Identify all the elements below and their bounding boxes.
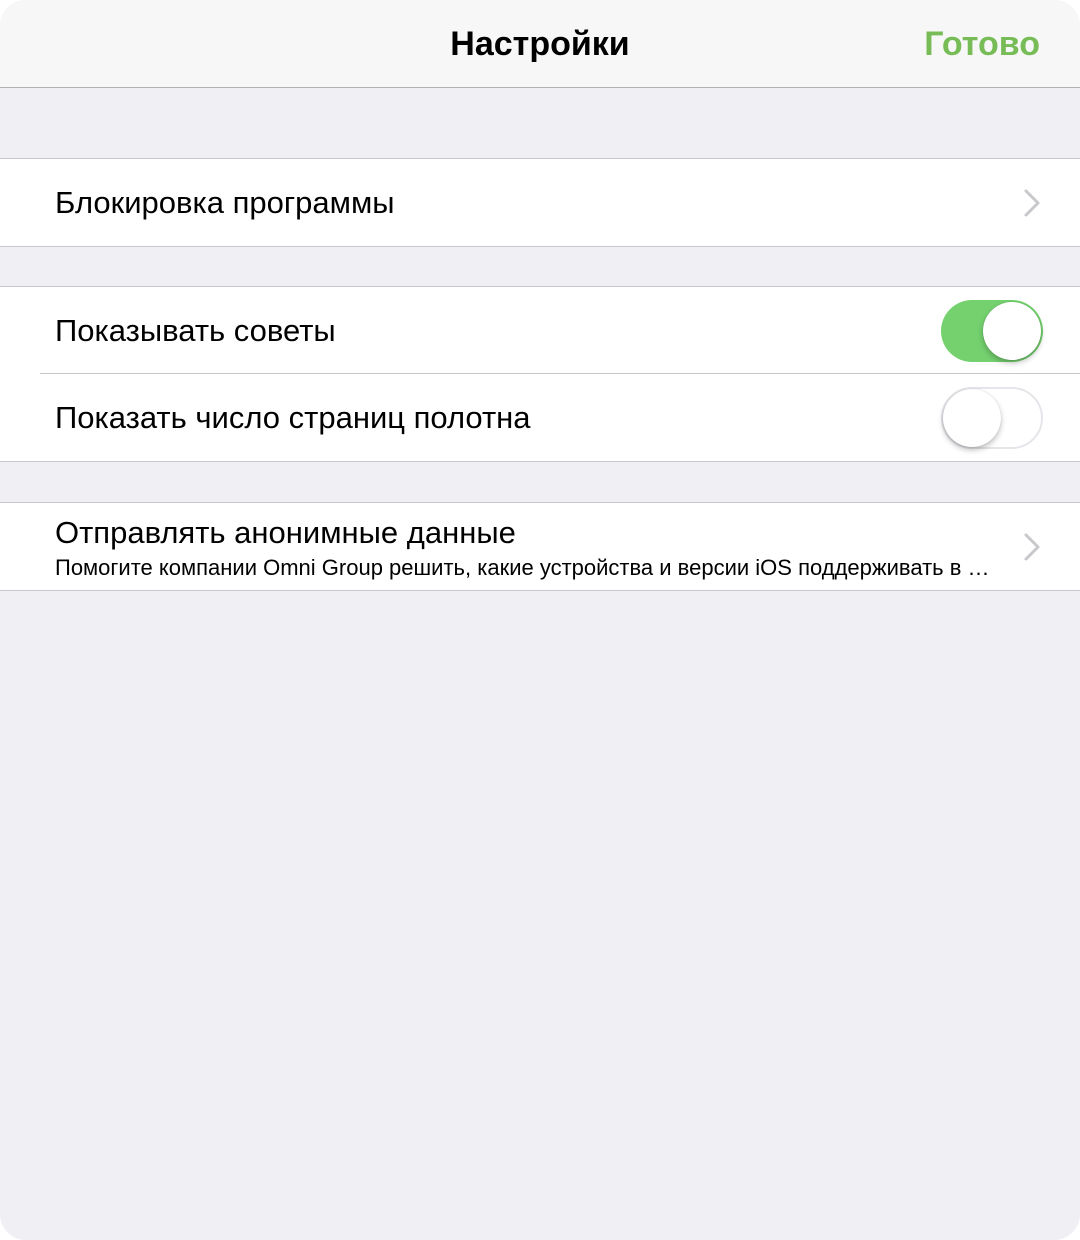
navigation-bar: Настройки Готово	[0, 0, 1080, 88]
chevron-right-icon	[1024, 189, 1040, 216]
page-count-label: Показать число страниц полотна	[55, 400, 531, 435]
lock-section: Блокировка программы	[0, 158, 1080, 247]
analytics-section: Отправлять анонимные данные Помогите ком…	[0, 502, 1080, 591]
anonymous-data-cell[interactable]: Отправлять анонимные данные Помогите ком…	[0, 503, 1080, 590]
show-tips-toggle[interactable]	[941, 299, 1043, 362]
toggle-knob	[943, 388, 1001, 447]
display-section: Показывать советы Показать число страниц…	[0, 286, 1080, 462]
chevron-right-icon	[1024, 533, 1040, 560]
page-count-toggle[interactable]	[941, 386, 1043, 449]
settings-sheet: Настройки Готово Блокировка программы По…	[0, 0, 1080, 1240]
show-tips-cell: Показывать советы	[0, 287, 1080, 374]
done-button[interactable]: Готово	[924, 0, 1040, 88]
toggle-knob	[983, 301, 1041, 360]
page-count-cell: Показать число страниц полотна	[0, 374, 1080, 461]
show-tips-label: Показывать советы	[55, 313, 336, 348]
anonymous-data-subtitle: Помогите компании Omni Group решить, как…	[55, 555, 1000, 580]
anonymous-data-title: Отправлять анонимные данные	[55, 515, 516, 550]
app-lock-cell[interactable]: Блокировка программы	[0, 159, 1080, 246]
page-title: Настройки	[450, 25, 630, 63]
app-lock-label: Блокировка программы	[55, 185, 395, 220]
